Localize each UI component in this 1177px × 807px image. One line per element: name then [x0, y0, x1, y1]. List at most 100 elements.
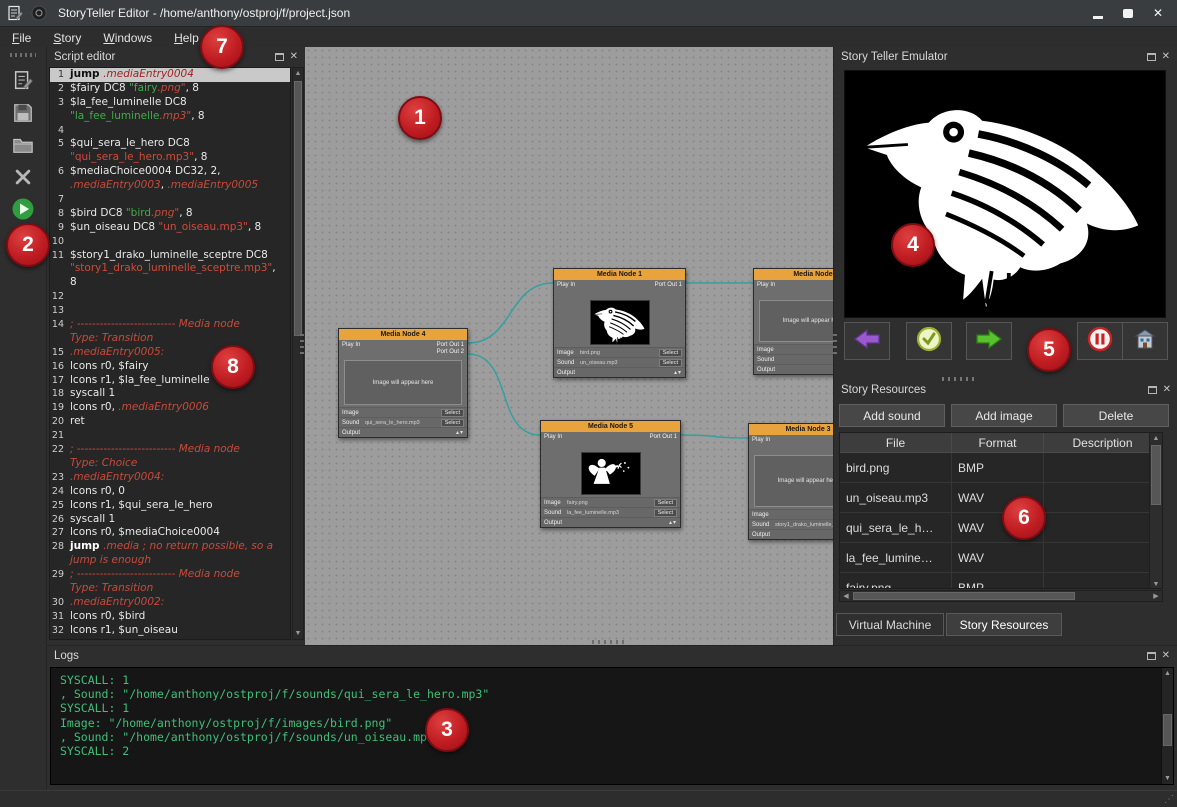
code-editor[interactable]: 1jump .mediaEntry00042$fairy DC8 "fairy.…	[49, 67, 291, 640]
table-hscrollbar[interactable]: ◀ ▶	[839, 590, 1163, 602]
menu-file[interactable]: File	[12, 31, 31, 45]
table-row[interactable]: fairy.pngBMP	[840, 573, 1162, 589]
splitter-handle[interactable]	[300, 334, 304, 356]
folder-icon	[12, 134, 34, 156]
table-row[interactable]: bird.pngBMP	[840, 453, 1162, 483]
new-script-button[interactable]	[7, 67, 39, 95]
splitter-handle[interactable]	[833, 334, 837, 356]
float-dock-icon[interactable]	[1147, 53, 1156, 61]
select-button[interactable]: Select	[441, 419, 464, 427]
fairy-thumbnail	[581, 452, 641, 495]
port-out-label[interactable]: Port Out 1	[655, 282, 682, 288]
scroll-down-icon[interactable]: ▼	[293, 628, 303, 639]
close-dock-icon[interactable]: ✕	[1163, 385, 1171, 395]
select-button[interactable]: Select	[659, 349, 682, 357]
menu-story[interactable]: Story	[53, 31, 81, 45]
spinner-icon[interactable]: ▴▾	[674, 369, 682, 376]
code-text: lcons r0, $fairy	[67, 360, 149, 374]
logs-titlebar[interactable]: Logs ✕	[47, 646, 1177, 665]
logs-output[interactable]: SYSCALL: 1, Sound: "/home/anthony/ostpro…	[50, 667, 1174, 785]
select-button[interactable]: Select	[659, 359, 682, 367]
media-node[interactable]: Media Node 3Play InImage will appear her…	[748, 423, 833, 540]
table-row[interactable]: la_fee_lumine…WAV	[840, 543, 1162, 573]
port-in-label[interactable]: Play In	[544, 434, 562, 440]
previous-button[interactable]	[844, 322, 890, 360]
close-dock-icon[interactable]: ✕	[1162, 52, 1170, 62]
menu-help[interactable]: Help	[174, 31, 199, 45]
port-in-label[interactable]: Play In	[757, 282, 775, 288]
table-scrollbar[interactable]: ▲ ▼	[1149, 433, 1162, 589]
scroll-up-icon[interactable]: ▲	[1162, 668, 1173, 679]
scroll-right-icon[interactable]: ▶	[1150, 591, 1162, 601]
media-node[interactable]: Media Node 1Play InPort Out 1Imagebird.p…	[553, 268, 686, 378]
select-button[interactable]: Select	[654, 509, 677, 517]
close-button[interactable]: ✕	[1145, 4, 1171, 23]
scrollbar-thumb[interactable]	[294, 81, 302, 336]
close-dock-icon[interactable]: ✕	[1162, 651, 1170, 661]
emulator-titlebar[interactable]: Story Teller Emulator ✕	[834, 47, 1177, 66]
code-text: syscall 1	[67, 387, 115, 401]
scrollbar-thumb[interactable]	[1163, 714, 1172, 746]
scroll-down-icon[interactable]: ▼	[1162, 773, 1173, 784]
pause-button[interactable]	[1077, 322, 1123, 360]
line-number: 7	[50, 193, 67, 207]
close-dock-icon[interactable]: ✕	[290, 52, 298, 62]
line-number: 28	[50, 540, 67, 554]
table-row[interactable]: un_oiseau.mp3WAV	[840, 483, 1162, 513]
tab-virtual-machine[interactable]: Virtual Machine	[836, 613, 944, 636]
ok-button[interactable]	[906, 322, 952, 360]
float-dock-icon[interactable]	[1147, 652, 1156, 660]
float-dock-icon[interactable]	[1148, 386, 1157, 394]
resources-titlebar[interactable]: Story Resources ✕	[834, 380, 1177, 399]
column-header[interactable]: File	[840, 433, 952, 452]
menu-windows[interactable]: Windows	[103, 31, 152, 45]
port-in-label[interactable]: Play In	[752, 437, 770, 443]
close-project-button[interactable]	[7, 163, 39, 191]
column-header[interactable]: Description	[1044, 433, 1162, 452]
line-number: 26	[50, 513, 67, 527]
maximize-button[interactable]	[1115, 4, 1141, 23]
scroll-up-icon[interactable]: ▲	[293, 68, 303, 79]
toolbar-handle[interactable]	[10, 53, 36, 57]
media-node[interactable]: Media Node 4Play InPort Out 1Port Out 2I…	[338, 328, 468, 438]
run-button[interactable]	[7, 195, 39, 223]
port-in-label[interactable]: Play In	[342, 342, 360, 348]
tab-story-resources[interactable]: Story Resources	[946, 613, 1062, 636]
spinner-icon[interactable]: ▴▾	[456, 429, 464, 436]
port-out-label[interactable]: Port Out 1	[437, 342, 464, 348]
splitter-handle[interactable]	[592, 640, 626, 644]
scroll-up-icon[interactable]: ▲	[1150, 433, 1162, 444]
home-button[interactable]	[1122, 322, 1168, 360]
select-button[interactable]: Select	[441, 409, 464, 417]
scrollbar-thumb[interactable]	[853, 592, 1075, 600]
save-button[interactable]	[7, 99, 39, 127]
window-title: StoryTeller Editor - /home/anthony/ostpr…	[58, 6, 350, 20]
media-node[interactable]: Media NodePlay InImage will appear hereI…	[753, 268, 833, 375]
script-editor-titlebar[interactable]: Script editor ✕	[47, 47, 305, 66]
add-image-button[interactable]: Add image	[951, 404, 1057, 427]
port-in-label[interactable]: Play In	[557, 282, 575, 288]
port-out-label[interactable]: Port Out 1	[650, 434, 677, 440]
column-header[interactable]: Format	[952, 433, 1044, 452]
select-button[interactable]: Select	[654, 499, 677, 507]
minimize-button[interactable]	[1085, 4, 1111, 23]
resources-table[interactable]: FileFormatDescription bird.pngBMPun_oise…	[839, 432, 1163, 589]
resize-grip[interactable]: ⋰	[1164, 794, 1174, 805]
add-sound-button[interactable]: Add sound	[839, 404, 945, 427]
scrollbar-thumb[interactable]	[1151, 445, 1161, 505]
scroll-left-icon[interactable]: ◀	[840, 591, 852, 601]
story-node-canvas[interactable]: Media Node 4Play InPort Out 1Port Out 2I…	[305, 47, 833, 645]
node-property-row: Output▴▾	[754, 364, 833, 374]
open-button[interactable]	[7, 131, 39, 159]
title-bar[interactable]: StoryTeller Editor - /home/anthony/ostpr…	[0, 0, 1177, 27]
next-button[interactable]	[966, 322, 1012, 360]
port-out-label[interactable]: Port Out 2	[437, 349, 464, 355]
logs-scrollbar[interactable]: ▲ ▼	[1161, 668, 1173, 784]
float-dock-icon[interactable]	[275, 53, 284, 61]
scroll-down-icon[interactable]: ▼	[1150, 579, 1162, 589]
code-line: 2$fairy DC8 "fairy.png", 8	[50, 82, 290, 96]
delete-button[interactable]: Delete	[1063, 404, 1169, 427]
spinner-icon[interactable]: ▴▾	[669, 519, 677, 526]
media-node[interactable]: Media Node 5Play InPort Out 1Imagefairy.…	[540, 420, 681, 528]
table-row[interactable]: qui_sera_le_h…WAV	[840, 513, 1162, 543]
